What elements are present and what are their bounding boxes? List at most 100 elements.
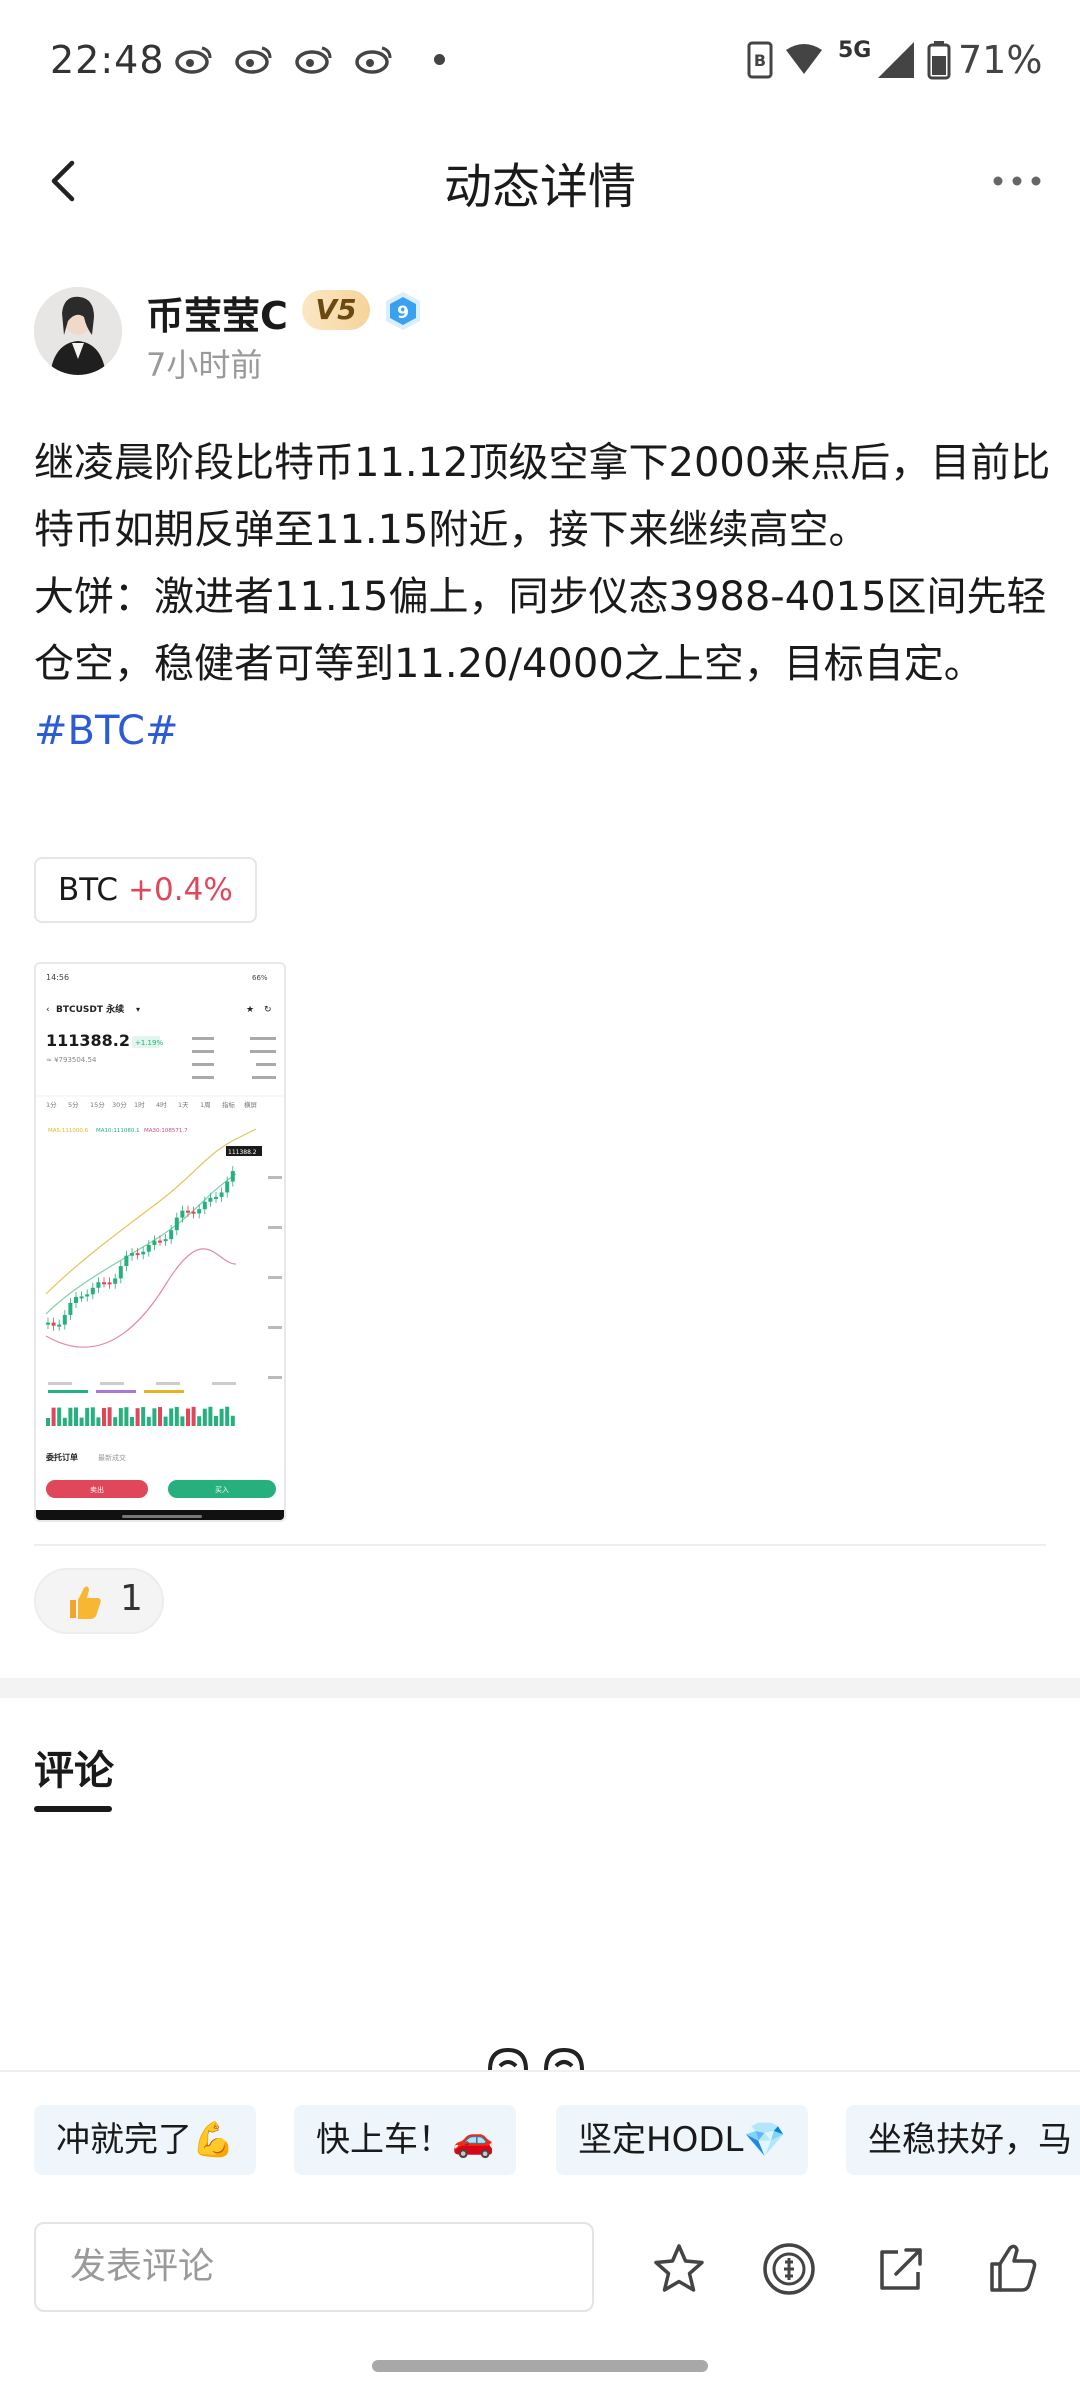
battery-icon — [927, 41, 951, 80]
image-interval-tab: 1天 — [178, 1101, 189, 1109]
weibo-icon — [175, 46, 212, 74]
share-icon[interactable] — [872, 2240, 930, 2298]
volume-bar — [146, 1416, 151, 1426]
candle-body — [146, 1244, 151, 1252]
candle-body — [208, 1197, 213, 1202]
page-title: 动态详情 — [443, 159, 636, 215]
image-interval-tab: 1时 — [134, 1100, 145, 1109]
volume-bar — [208, 1406, 213, 1426]
volume-bar — [230, 1415, 235, 1426]
candle-body — [79, 1296, 84, 1299]
image-refresh-icon: ↻ — [264, 1005, 272, 1015]
battery-level: 71% — [958, 38, 1043, 82]
volume-bar — [74, 1407, 78, 1426]
network-type: 5G — [838, 38, 872, 63]
candle-body — [68, 1302, 73, 1315]
more-notifications-dot — [434, 54, 445, 65]
volume-bar — [219, 1408, 224, 1426]
candle-body — [135, 1253, 140, 1256]
ticker-chip[interactable]: BTC +0.4% — [34, 857, 257, 923]
volume-bar — [169, 1408, 174, 1426]
candle-body — [202, 1201, 207, 1210]
volume-bar — [130, 1416, 134, 1426]
volume-bar — [202, 1408, 207, 1426]
candle-body — [180, 1210, 185, 1218]
image-trades-tab: 最新成交 — [98, 1453, 126, 1462]
volume-bar — [225, 1406, 230, 1426]
image-interval-tab: 1分 — [46, 1100, 57, 1109]
quick-reply-chip[interactable]: 快上车！🚗 — [294, 2105, 517, 2175]
image-interval-tab: 指标 — [222, 1100, 236, 1109]
candle-body — [219, 1192, 224, 1197]
image-price-sub: ≈ ¥793504.54 — [46, 1056, 97, 1064]
image-status-time: 14:56 — [46, 973, 69, 982]
candle-body — [124, 1255, 129, 1267]
weibo-icon — [295, 46, 332, 74]
candle-body — [197, 1209, 202, 1214]
image-star-icon: ★ — [246, 1005, 254, 1015]
image-change: +1.19% — [135, 1039, 163, 1047]
volume-bar — [124, 1407, 129, 1426]
vip-badge: V5 — [302, 290, 370, 330]
ticker-symbol: BTC — [58, 872, 119, 908]
volume-bar — [46, 1418, 50, 1426]
candle-body — [51, 1322, 56, 1326]
top-app-bar: 动态详情 — [0, 125, 1080, 235]
volume-bar — [85, 1407, 90, 1426]
volume-bar — [68, 1407, 73, 1426]
empty-comments-illustration-icon — [488, 2047, 584, 2071]
quick-reply-chip[interactable]: 冲就完了💪 — [34, 2105, 257, 2175]
hashtag-link[interactable]: #BTC# — [34, 708, 179, 754]
more-options-icon[interactable] — [992, 173, 1042, 189]
image-price: 111388.2 — [46, 1031, 130, 1050]
svg-text:MA5:111000.6: MA5:111000.6 — [48, 1128, 89, 1134]
thumbs-up-icon[interactable] — [984, 2240, 1042, 2298]
volume-bar — [90, 1407, 95, 1426]
comments-tab[interactable]: 评论 — [34, 1738, 114, 1796]
svg-text:▾: ▾ — [136, 1005, 140, 1014]
candle-body — [158, 1240, 162, 1243]
quick-reply-chip[interactable]: 坚定HODL💎 — [556, 2105, 808, 2175]
volume-bar — [79, 1417, 84, 1426]
image-buy-button: 买入 — [215, 1486, 229, 1494]
candle-body — [163, 1239, 168, 1242]
star-icon[interactable] — [650, 2240, 708, 2298]
image-interval-tab: 30分 — [112, 1100, 127, 1109]
candle-body — [169, 1230, 174, 1240]
post-paragraph-text: 大饼：激进者11.15偏上，同步仪态3988-4015区间先轻仓空，稳健者可等到… — [34, 574, 1047, 687]
section-separator — [0, 1678, 1080, 1698]
quick-reply-chip[interactable]: 坐稳扶好，马 — [846, 2105, 1080, 2175]
image-interval-tab: 5分 — [68, 1100, 79, 1109]
image-interval-tab: 4时 — [156, 1100, 167, 1109]
candle-body — [107, 1282, 112, 1285]
comment-input[interactable]: 发表评论 — [34, 2222, 594, 2312]
image-pair: BTCUSDT 永续 — [56, 1003, 124, 1015]
avatar-image — [34, 287, 122, 375]
image-back-icon: ‹ — [46, 1005, 50, 1015]
candle-body — [62, 1314, 67, 1325]
image-battery: 66% — [252, 974, 268, 982]
candle-body — [74, 1296, 78, 1303]
candle-body — [186, 1210, 190, 1213]
thumbs-up-emoji-icon — [70, 1586, 101, 1619]
candle-body — [102, 1282, 106, 1285]
candle-body — [96, 1282, 101, 1288]
volume-bar — [214, 1415, 218, 1426]
quick-reply-bar: 冲就完了💪 快上车！🚗 坚定HODL💎 坐稳扶好，马 — [0, 2070, 1080, 2190]
candle-body — [152, 1240, 157, 1245]
post-image[interactable]: 14:56 66% ‹ BTCUSDT 永续 ▾ ★ ↻ 111388.2 +1… — [34, 962, 286, 1522]
image-interval-tab: 1周 — [200, 1101, 211, 1109]
coin-icon[interactable] — [760, 2240, 818, 2298]
volume-bar — [113, 1417, 118, 1426]
volume-bar — [191, 1406, 196, 1426]
avatar[interactable] — [34, 287, 122, 375]
author-name[interactable]: 币莹莹C — [146, 285, 288, 340]
reaction-chip[interactable]: 1 — [34, 1568, 164, 1634]
volume-bar — [118, 1408, 123, 1426]
reaction-count: 1 — [120, 1578, 143, 1619]
candle-body — [225, 1181, 230, 1193]
candle-body — [130, 1253, 134, 1256]
candle-body — [141, 1251, 146, 1255]
candle-body — [214, 1196, 218, 1199]
home-indicator[interactable] — [372, 2360, 708, 2372]
